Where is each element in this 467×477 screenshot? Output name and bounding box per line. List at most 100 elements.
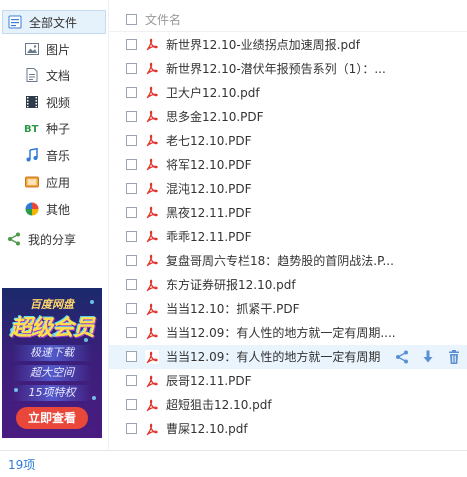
share-icon[interactable] xyxy=(394,349,410,365)
sidebar-item-music[interactable]: 音乐 xyxy=(2,143,106,167)
sidebar: 全部文件图片文档视频 BT 种子音乐应用其他我的分享百度网盘 超级会员 极速下载 超大空间… xyxy=(0,0,108,450)
pdf-icon xyxy=(144,228,160,244)
sidebar-item-label: 视频 xyxy=(46,95,71,110)
file-name[interactable]: 超短狙击12.10.pdf xyxy=(166,396,272,413)
sidebar-item-label: 全部文件 xyxy=(29,15,78,30)
file-name[interactable]: 思多金12.10.PDF xyxy=(166,108,264,125)
sidebar-item-video[interactable]: 视频 xyxy=(2,90,106,114)
share-icon xyxy=(6,231,22,247)
file-checkbox[interactable] xyxy=(126,110,137,122)
file-row[interactable]: 当当12.09：有人性的地方就一定有周期.... xyxy=(109,321,467,345)
sidebar-item-label: 应用 xyxy=(46,175,71,190)
file-name[interactable]: 黑夜12.11.PDF xyxy=(166,204,252,221)
sidebar-item-label: 音乐 xyxy=(46,148,71,163)
music-icon xyxy=(24,147,40,163)
sparkle-decoration xyxy=(90,300,94,304)
pdf-icon xyxy=(144,108,160,124)
sidebar-item-document[interactable]: 文档 xyxy=(2,63,106,87)
file-row[interactable]: 混沌12.10.PDF xyxy=(109,176,467,200)
file-checkbox[interactable] xyxy=(126,230,137,242)
sidebar-item-other[interactable]: 其他 xyxy=(2,197,106,221)
sidebar-item-app[interactable]: 应用 xyxy=(2,170,106,194)
file-row[interactable]: 将军12.10.PDF xyxy=(109,152,467,176)
image-icon xyxy=(24,41,40,57)
pdf-icon xyxy=(144,349,160,365)
document-icon xyxy=(24,67,40,83)
filename-column-header[interactable]: 文件名 xyxy=(145,11,181,28)
file-checkbox[interactable] xyxy=(126,182,137,194)
sparkle-decoration xyxy=(10,328,14,332)
file-name[interactable]: 新世界12.10-潜伏年报预告系列（1）：... xyxy=(166,60,386,77)
file-name[interactable]: 当当12.09：有人性的地方就一定有周期 xyxy=(166,348,380,365)
sidebar-item-bt[interactable]: BT 种子 xyxy=(2,116,106,140)
file-row[interactable]: 乖乖12.11.PDF xyxy=(109,224,467,248)
item-count: 19项 xyxy=(8,458,36,472)
file-name[interactable]: 当当12.10：抓紧干.PDF xyxy=(166,300,300,317)
sidebar-item-image[interactable]: 图片 xyxy=(2,37,106,61)
promo-view-button[interactable]: 立即查看 xyxy=(16,407,88,429)
file-name[interactable]: 东方证券研报12.10.pdf xyxy=(166,276,296,293)
file-row[interactable]: 复盘哥周六专栏18：趋势股的首阴战法.P... xyxy=(109,248,467,272)
file-name[interactable]: 将军12.10.PDF xyxy=(166,156,252,173)
pdf-icon xyxy=(144,204,160,220)
file-name[interactable]: 辰哥12.11.PDF xyxy=(166,372,252,389)
file-checkbox[interactable] xyxy=(126,327,137,339)
row-actions xyxy=(394,349,462,365)
file-row[interactable]: 辰哥12.11.PDF xyxy=(109,369,467,393)
file-checkbox[interactable] xyxy=(126,423,137,435)
sidebar-item-all-files[interactable]: 全部文件 xyxy=(2,10,106,34)
file-name[interactable]: 老七12.10.PDF xyxy=(166,132,252,149)
file-row[interactable]: 卫大户12.10.pdf xyxy=(109,80,467,104)
sparkle-decoration xyxy=(52,333,56,337)
file-row[interactable]: 东方证券研报12.10.pdf xyxy=(109,273,467,297)
pdf-icon xyxy=(144,60,160,76)
file-name[interactable]: 复盘哥周六专栏18：趋势股的首阴战法.P... xyxy=(166,252,394,269)
delete-icon[interactable] xyxy=(446,349,462,365)
file-row[interactable]: 超短狙击12.10.pdf xyxy=(109,393,467,417)
file-row[interactable]: 当当12.09：有人性的地方就一定有周期 xyxy=(109,344,467,369)
file-checkbox[interactable] xyxy=(126,303,137,315)
file-checkbox[interactable] xyxy=(126,158,137,170)
file-row[interactable]: 老七12.10.PDF xyxy=(109,128,467,152)
file-name[interactable]: 曹屎12.10.pdf xyxy=(166,420,248,437)
file-row[interactable]: 新世界12.10-潜伏年报预告系列（1）：... xyxy=(109,56,467,80)
file-row[interactable]: 曹屎12.10.pdf xyxy=(109,417,467,441)
file-name[interactable]: 乖乖12.11.PDF xyxy=(166,228,252,245)
pdf-icon xyxy=(144,132,160,148)
file-row[interactable]: 新世界12.10-业绩拐点加速周报.pdf xyxy=(109,32,467,56)
sidebar-item-my-share[interactable]: 我的分享 xyxy=(2,227,106,251)
file-checkbox[interactable] xyxy=(126,62,137,74)
vip-promo-banner[interactable]: 百度网盘 超级会员 极速下载 超大空间 15项特权 立即查看 xyxy=(2,288,102,438)
sparkle-decoration xyxy=(84,338,88,342)
pdf-icon xyxy=(144,156,160,172)
select-all-checkbox[interactable] xyxy=(126,13,137,25)
pdf-icon xyxy=(144,277,160,293)
file-name[interactable]: 新世界12.10-业绩拐点加速周报.pdf xyxy=(166,36,360,53)
file-checkbox[interactable] xyxy=(126,279,137,290)
download-icon[interactable] xyxy=(420,349,436,365)
svg-text:BT: BT xyxy=(24,124,39,135)
pdf-icon xyxy=(144,421,160,437)
pdf-icon xyxy=(144,325,160,341)
sidebar-item-label: 文档 xyxy=(46,68,71,83)
file-checkbox[interactable] xyxy=(126,375,137,387)
file-name[interactable]: 混沌12.10.PDF xyxy=(166,180,252,197)
file-checkbox[interactable] xyxy=(126,86,137,98)
file-list-panel: 文件名 新世界12.10-业绩拐点加速周报.pdf 新世界12.10-潜伏年报预告… xyxy=(108,0,467,450)
bt-icon: BT xyxy=(24,120,40,136)
file-checkbox[interactable] xyxy=(126,206,137,218)
file-name[interactable]: 卫大户12.10.pdf xyxy=(166,84,260,101)
file-checkbox[interactable] xyxy=(126,254,137,266)
file-checkbox[interactable] xyxy=(126,399,137,411)
file-list-header: 文件名 xyxy=(109,7,467,32)
pdf-icon xyxy=(144,84,160,100)
file-checkbox[interactable] xyxy=(126,134,137,146)
pdf-icon xyxy=(144,252,160,268)
file-checkbox[interactable] xyxy=(126,351,137,363)
file-checkbox[interactable] xyxy=(126,38,137,50)
file-row[interactable]: 思多金12.10.PDF xyxy=(109,104,467,128)
file-row[interactable]: 黑夜12.11.PDF xyxy=(109,200,467,224)
pdf-icon xyxy=(144,301,160,317)
file-row[interactable]: 当当12.10：抓紧干.PDF xyxy=(109,297,467,321)
file-name[interactable]: 当当12.09：有人性的地方就一定有周期.... xyxy=(166,324,396,341)
